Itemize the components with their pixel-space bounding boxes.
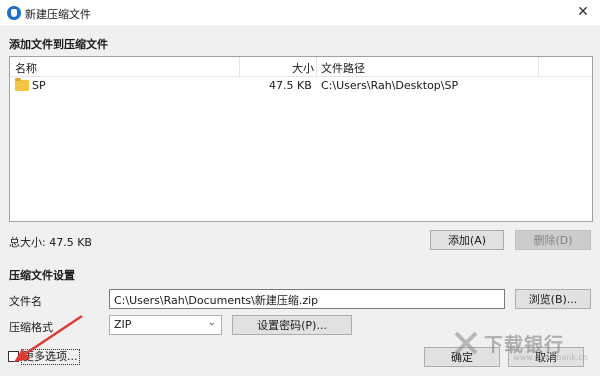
set-password-button[interactable]: 设置密码(P)... (232, 315, 352, 335)
folder-icon (15, 78, 29, 91)
add-files-section-title: 添加文件到压缩文件 (9, 38, 108, 51)
column-separator[interactable] (538, 57, 539, 76)
more-options-label[interactable]: 更多选项... (21, 349, 80, 365)
add-button[interactable]: 添加(A) (430, 230, 504, 250)
title-bar: 新建压缩文件 ✕ (0, 0, 600, 27)
filename-label: 文件名 (9, 295, 42, 308)
column-header-name[interactable]: 名称 (15, 60, 37, 76)
file-list[interactable]: 名称 大小 文件路径 SP 47.5 KB C:\Users\Rah\Deskt… (9, 56, 593, 222)
watermark-x-icon (454, 331, 478, 355)
archive-settings-section-title: 压缩文件设置 (9, 269, 75, 282)
list-item[interactable]: SP 47.5 KB C:\Users\Rah\Desktop\SP (10, 77, 592, 95)
total-size: 总大小: 47.5 KB (9, 236, 92, 249)
column-separator[interactable] (316, 57, 317, 76)
watermark-url: www.downbank.cn (513, 353, 588, 362)
column-separator[interactable] (239, 57, 240, 76)
window-title: 新建压缩文件 (25, 8, 91, 21)
column-header-size[interactable]: 大小 (292, 60, 314, 76)
filename-field[interactable]: C:\Users\Rah\Documents\新建压缩.zip (109, 289, 505, 309)
delete-button[interactable]: 删除(D) (515, 230, 591, 250)
close-icon[interactable]: ✕ (574, 3, 592, 21)
file-list-header: 名称 大小 文件路径 (10, 57, 592, 77)
format-select-value: ZIP (114, 318, 132, 331)
column-header-path[interactable]: 文件路径 (321, 60, 365, 76)
app-icon (7, 6, 21, 20)
file-path: C:\Users\Rah\Desktop\SP (321, 79, 459, 92)
file-name: SP (32, 79, 46, 92)
file-size: 47.5 KB (269, 79, 312, 92)
more-options-checkbox[interactable] (8, 351, 19, 362)
format-select[interactable]: ZIP ⌄ (109, 315, 222, 335)
format-label: 压缩格式 (9, 321, 53, 334)
chevron-down-icon: ⌄ (207, 317, 216, 328)
browse-button[interactable]: 浏览(B)... (515, 289, 591, 309)
